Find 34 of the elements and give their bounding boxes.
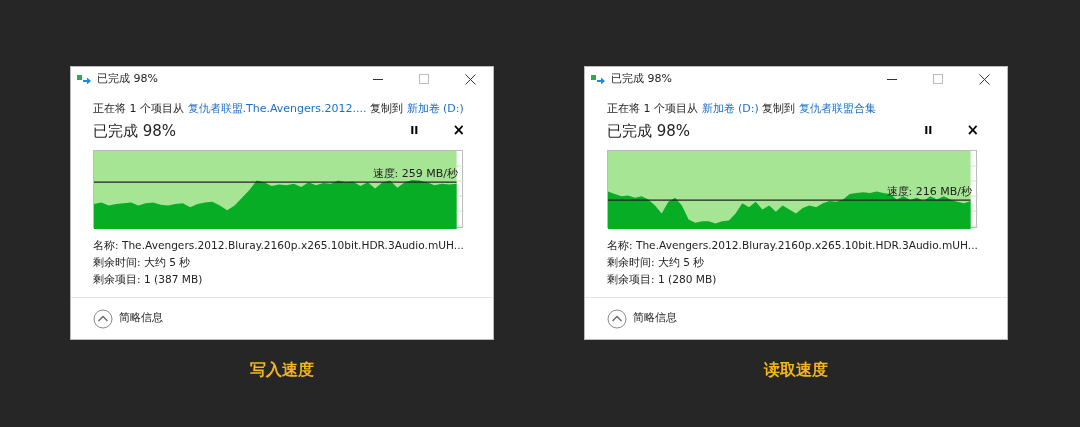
folder-link[interactable]: 复仇者联盟.The.Avengers.2012.... (187, 102, 367, 115)
caption: 读取速度 (764, 359, 828, 381)
folder-link[interactable]: 复仇者联盟合集 (798, 102, 876, 115)
folder-link[interactable]: 新加卷 (D:) (406, 102, 464, 115)
speed-label: 速度: 259 MB/秒 (372, 168, 458, 180)
progress-text: 已完成 98% (93, 120, 178, 142)
pause-button[interactable]: II (404, 125, 425, 137)
detail-text: 名称: The.Avengers.2012.Bluray.2160p.x265.10bit.HDR.3Audio.mUH... (607, 238, 978, 253)
folder-link[interactable]: 新加卷 (D:) (701, 102, 759, 115)
progress-text: 已完成 98% (607, 120, 692, 142)
detail-text: 名称: The.Avengers.2012.Bluray.2160p.x265.10bit.HDR.3Audio.mUH... (93, 238, 464, 253)
details-toggle[interactable]: 简略信息 (93, 308, 163, 329)
chevron-up-icon (607, 308, 627, 329)
close-icon (978, 73, 990, 85)
details-toggle[interactable]: 简略信息 (607, 308, 677, 329)
copy-message: 正在将 1 个项目从 复仇者联盟.The.Avengers.2012.... 复制到 新加卷 (D:) (93, 101, 465, 117)
close-icon (464, 73, 476, 85)
detail-text: 剩余时间: 大约 5 秒 (93, 255, 191, 270)
maximize-icon (419, 74, 429, 84)
cancel-button[interactable]: × (446, 123, 471, 139)
cancel-button[interactable]: × (960, 123, 985, 139)
copy-message: 正在将 1 个项目从 新加卷 (D:) 复制到 复仇者联盟合集 (607, 101, 877, 117)
speed-label: 速度: 216 MB/秒 (886, 186, 972, 198)
window-title: 已完成 98% (97, 70, 159, 87)
detail-text: 剩余项目: 1 (387 MB) (93, 272, 203, 287)
copy-icon (591, 74, 605, 84)
maximize-icon (933, 74, 943, 84)
caption: 写入速度 (250, 359, 314, 381)
window-title: 已完成 98% (611, 70, 673, 87)
detail-text: 剩余时间: 大约 5 秒 (607, 255, 705, 270)
chevron-up-icon (93, 308, 113, 329)
detail-text: 剩余项目: 1 (280 MB) (607, 272, 717, 287)
copy-icon (77, 74, 91, 84)
pause-button[interactable]: II (918, 125, 939, 137)
